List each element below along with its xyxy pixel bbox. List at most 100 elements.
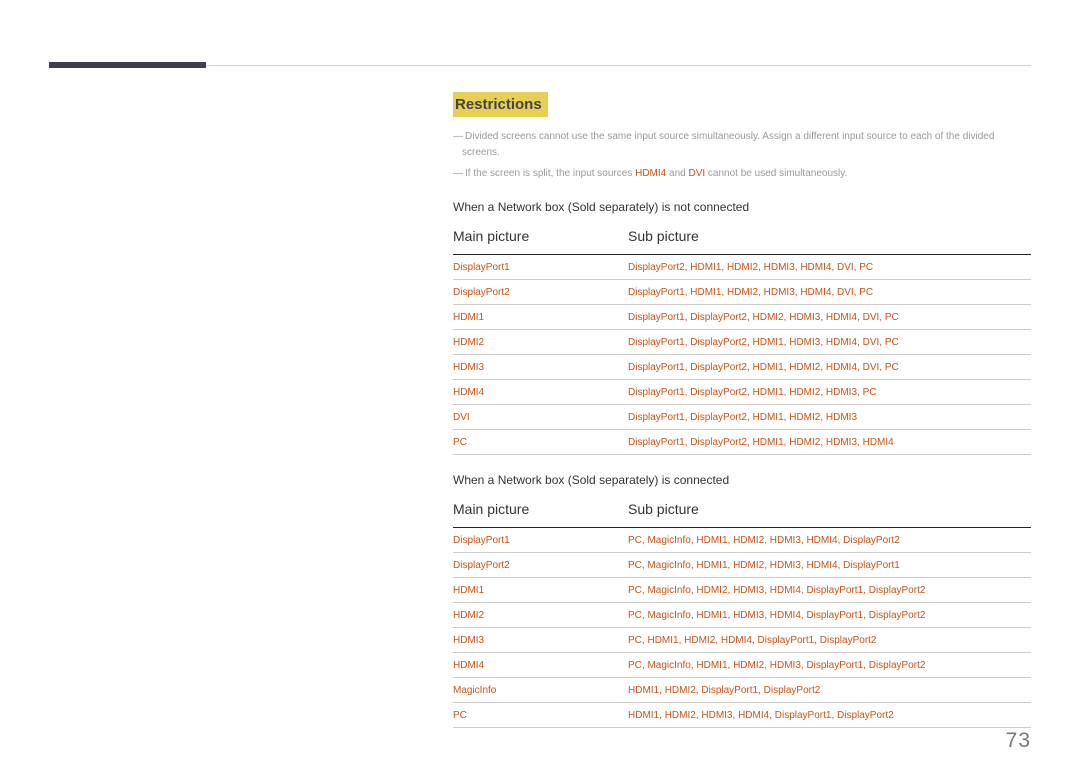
source-item: HDMI4 [738, 710, 769, 721]
source-item: HDMI1 [753, 362, 784, 373]
table-row: HDMI3DisplayPort1, DisplayPort2, HDMI1, … [453, 354, 1031, 379]
table-row: PCHDMI1, HDMI2, HDMI3, HDMI4, DisplayPor… [453, 702, 1031, 727]
source-item: DisplayPort2 [690, 412, 747, 423]
source-item: DVI [837, 287, 854, 298]
source-item: HDMI2 [696, 585, 727, 596]
cell-sub: DisplayPort1, DisplayPort2, HDMI2, HDMI3… [628, 304, 1031, 329]
source-item: DisplayPort2 [690, 362, 747, 373]
source-item: DisplayPort1 [758, 635, 815, 646]
table-row: HDMI2PC, MagicInfo, HDMI1, HDMI3, HDMI4,… [453, 602, 1031, 627]
source-item: HDMI3 [770, 660, 801, 671]
source-item: HDMI1 [753, 437, 784, 448]
source-item: HDMI1 [753, 337, 784, 348]
cell-main: HDMI2 [453, 602, 628, 627]
table-row: DisplayPort1PC, MagicInfo, HDMI1, HDMI2,… [453, 527, 1031, 552]
source-item: HDMI2 [684, 635, 715, 646]
source-item: HDMI3 [826, 437, 857, 448]
cell-sub: PC, MagicInfo, HDMI1, HDMI2, HDMI3, Disp… [628, 652, 1031, 677]
cell-main: PC [453, 429, 628, 454]
source-item: MagicInfo [647, 585, 690, 596]
source-item: HDMI4 [800, 262, 831, 273]
source-item: HDMI2 [789, 437, 820, 448]
source-item: HDMI1 [696, 610, 727, 621]
cell-main: HDMI2 [453, 329, 628, 354]
col-header-main: Main picture [453, 501, 628, 528]
source-item: DVI [863, 362, 880, 373]
table-row: HDMI1PC, MagicInfo, HDMI2, HDMI3, HDMI4,… [453, 577, 1031, 602]
cell-main: HDMI3 [453, 354, 628, 379]
source-item: DisplayPort1 [806, 610, 863, 621]
source-item: PC [885, 337, 899, 348]
source-item: HDMI4 [826, 312, 857, 323]
cell-sub: PC, MagicInfo, HDMI1, HDMI2, HDMI3, HDMI… [628, 552, 1031, 577]
source-item: DisplayPort1 [628, 412, 685, 423]
compatibility-table: Main pictureSub pictureDisplayPort1PC, M… [453, 501, 1031, 728]
source-item: HDMI4 [806, 560, 837, 571]
source-item: HDMI2 [733, 660, 764, 671]
cell-sub: PC, MagicInfo, HDMI1, HDMI3, HDMI4, Disp… [628, 602, 1031, 627]
cell-main: DisplayPort2 [453, 279, 628, 304]
table-row: HDMI4PC, MagicInfo, HDMI1, HDMI2, HDMI3,… [453, 652, 1031, 677]
cell-main: HDMI3 [453, 627, 628, 652]
source-item: MagicInfo [647, 660, 690, 671]
table-subhead: When a Network box (Sold separately) is … [453, 473, 1031, 487]
cell-main: DisplayPort1 [453, 527, 628, 552]
cell-sub: DisplayPort2, HDMI1, HDMI2, HDMI3, HDMI4… [628, 254, 1031, 279]
header-accent-bar [49, 62, 206, 68]
source-item: DisplayPort1 [701, 685, 758, 696]
cell-sub: PC, MagicInfo, HDMI1, HDMI2, HDMI3, HDMI… [628, 527, 1031, 552]
source-item: HDMI3 [789, 337, 820, 348]
table-row: DisplayPort2DisplayPort1, HDMI1, HDMI2, … [453, 279, 1031, 304]
page-number: 73 [1006, 729, 1031, 753]
source-item: HDMI2 [789, 362, 820, 373]
source-item: MagicInfo [647, 610, 690, 621]
source-item: HDMI4 [826, 337, 857, 348]
source-item: DisplayPort1 [628, 337, 685, 348]
cell-sub: DisplayPort1, DisplayPort2, HDMI1, HDMI2… [628, 354, 1031, 379]
source-item: DisplayPort1 [628, 312, 685, 323]
source-item: PC [859, 262, 873, 273]
table-row: HDMI3PC, HDMI1, HDMI2, HDMI4, DisplayPor… [453, 627, 1031, 652]
source-item: DisplayPort2 [869, 660, 926, 671]
col-header-main: Main picture [453, 228, 628, 255]
source-item: HDMI3 [826, 412, 857, 423]
source-item: HDMI2 [733, 535, 764, 546]
source-item: HDMI2 [789, 387, 820, 398]
source-item: DisplayPort2 [843, 535, 900, 546]
source-item: DVI [837, 262, 854, 273]
source-item: PC [859, 287, 873, 298]
cell-main: PC [453, 702, 628, 727]
source-item: DisplayPort2 [690, 387, 747, 398]
source-item: DisplayPort2 [837, 710, 894, 721]
source-item: HDMI2 [789, 412, 820, 423]
cell-main: DisplayPort2 [453, 552, 628, 577]
source-item: DisplayPort2 [690, 337, 747, 348]
source-item: PC [628, 585, 642, 596]
cell-sub: DisplayPort1, DisplayPort2, HDMI1, HDMI2… [628, 379, 1031, 404]
cell-sub: DisplayPort1, HDMI1, HDMI2, HDMI3, HDMI4… [628, 279, 1031, 304]
source-item: MagicInfo [647, 560, 690, 571]
table-row: DisplayPort1DisplayPort2, HDMI1, HDMI2, … [453, 254, 1031, 279]
cell-sub: PC, MagicInfo, HDMI2, HDMI3, HDMI4, Disp… [628, 577, 1031, 602]
source-item: DisplayPort2 [628, 262, 685, 273]
source-item: HDMI3 [764, 262, 795, 273]
source-item: HDMI4 [770, 610, 801, 621]
cell-main: HDMI1 [453, 304, 628, 329]
source-item: DisplayPort2 [764, 685, 821, 696]
table-row: MagicInfoHDMI1, HDMI2, DisplayPort1, Dis… [453, 677, 1031, 702]
source-item: DisplayPort1 [775, 710, 832, 721]
note-line: Divided screens cannot use the same inpu… [453, 129, 1031, 160]
table-row: HDMI1DisplayPort1, DisplayPort2, HDMI2, … [453, 304, 1031, 329]
table-subhead: When a Network box (Sold separately) is … [453, 200, 1031, 214]
source-item: PC [628, 635, 642, 646]
source-item: MagicInfo [647, 535, 690, 546]
cell-main: DVI [453, 404, 628, 429]
source-item: HDMI2 [733, 560, 764, 571]
cell-main: DisplayPort1 [453, 254, 628, 279]
table-row: DVIDisplayPort1, DisplayPort2, HDMI1, HD… [453, 404, 1031, 429]
accent-text: DVI [688, 168, 705, 179]
source-item: PC [885, 312, 899, 323]
source-item: DisplayPort2 [869, 585, 926, 596]
note-line: If the screen is split, the input source… [453, 166, 1031, 182]
source-item: PC [628, 560, 642, 571]
